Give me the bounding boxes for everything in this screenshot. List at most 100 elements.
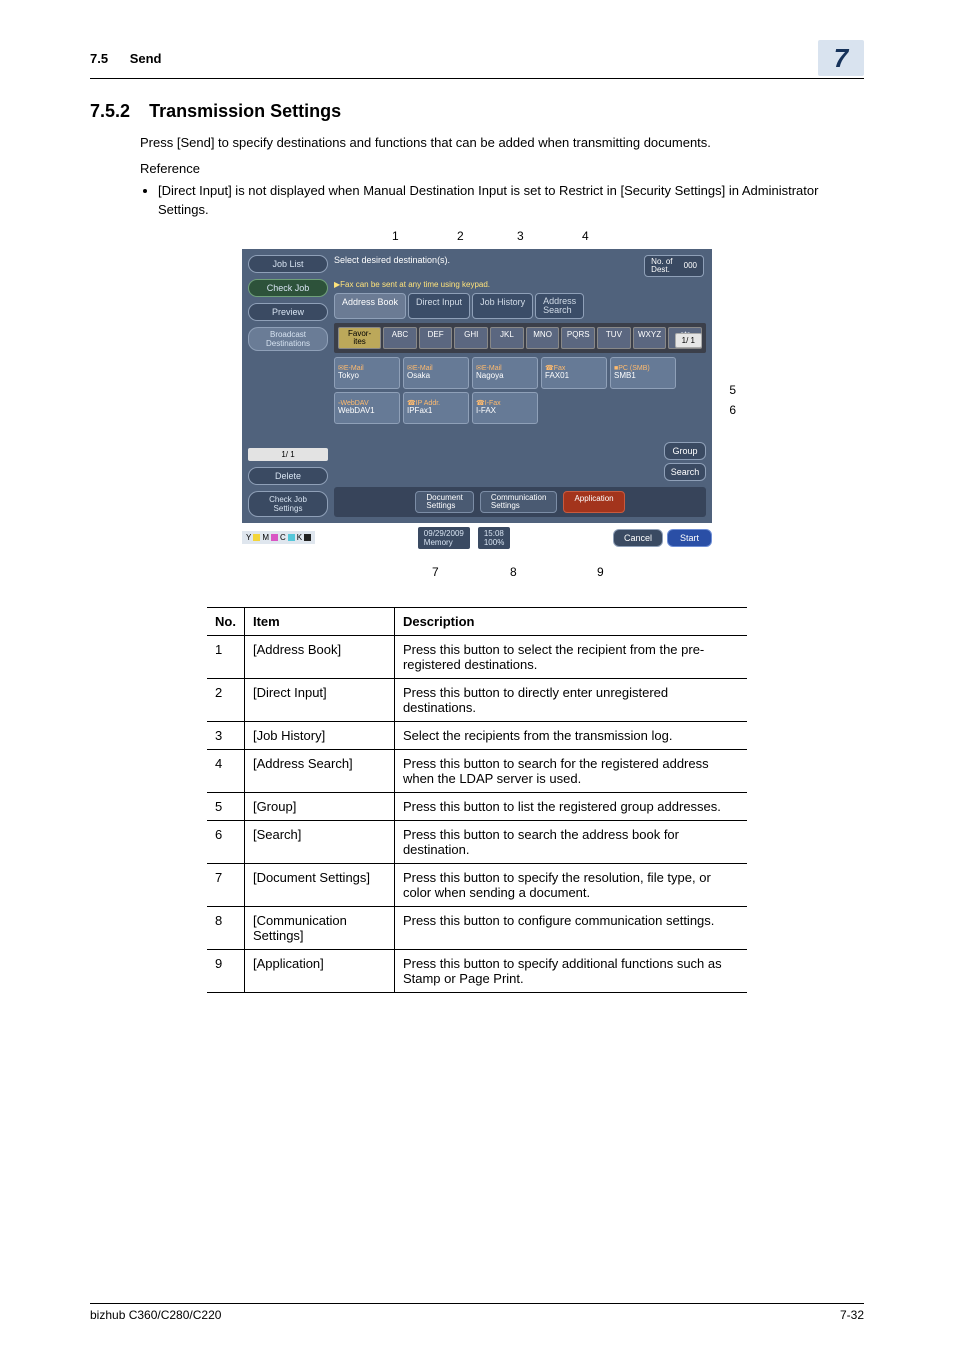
dest-card[interactable]: ✉E-MailNagoya: [472, 357, 538, 389]
cell-no: 2: [207, 678, 244, 721]
cell-desc: Press this button to configure communica…: [394, 906, 747, 949]
alpha-wxyz[interactable]: WXYZ: [633, 327, 667, 349]
footer-model: bizhub C360/C280/C220: [90, 1308, 221, 1322]
alpha-tuv[interactable]: TUV: [597, 327, 631, 349]
callout-6: 6: [729, 403, 736, 417]
dest-card[interactable]: ☎IP Addr.IPFax1: [403, 392, 469, 424]
table-row: 2[Direct Input]Press this button to dire…: [207, 678, 747, 721]
cell-desc: Press this button to directly enter unre…: [394, 678, 747, 721]
alpha-filter-row: Favor- ites ABC DEF GHI JKL MNO PQRS TUV…: [334, 323, 706, 353]
main-pager: 1/ 1: [675, 333, 702, 348]
application-tab[interactable]: Application: [563, 491, 624, 513]
cell-desc: Press this button to search the address …: [394, 820, 747, 863]
instruction-text: Select desired destination(s).: [334, 255, 450, 265]
callout-8: 8: [510, 565, 517, 579]
callout-5: 5: [729, 383, 736, 397]
intro-paragraph: Press [Send] to specify destinations and…: [140, 134, 864, 152]
header-section-number: 7.5: [90, 51, 108, 66]
tab-direct-input[interactable]: Direct Input: [408, 293, 470, 319]
cell-desc: Press this button to search for the regi…: [394, 749, 747, 792]
search-button[interactable]: Search: [664, 463, 706, 481]
th-no: No.: [207, 607, 244, 635]
job-list-button[interactable]: Job List: [248, 255, 328, 273]
table-row: 9[Application]Press this button to speci…: [207, 949, 747, 992]
callout-9: 9: [597, 565, 604, 579]
table-row: 5[Group]Press this button to list the re…: [207, 792, 747, 820]
cell-no: 4: [207, 749, 244, 792]
status-pct: 100%: [484, 538, 504, 547]
cell-desc: Select the recipients from the transmiss…: [394, 721, 747, 749]
cell-item: [Group]: [244, 792, 394, 820]
alpha-jkl[interactable]: JKL: [490, 327, 524, 349]
cell-item: [Address Search]: [244, 749, 394, 792]
delete-button[interactable]: Delete: [248, 467, 328, 485]
destination-cards: ✉E-MailTokyo ✉E-MailOsaka ✉E-MailNagoya …: [334, 357, 706, 424]
section-heading-title: Transmission Settings: [149, 101, 341, 121]
table-row: 1[Address Book]Press this button to sele…: [207, 635, 747, 678]
table-row: 6[Search]Press this button to search the…: [207, 820, 747, 863]
cell-item: [Search]: [244, 820, 394, 863]
dest-count-value: 000: [684, 261, 697, 270]
callout-2: 2: [457, 229, 464, 243]
th-item: Item: [244, 607, 394, 635]
tab-job-history[interactable]: Job History: [472, 293, 533, 319]
check-job-button[interactable]: Check Job: [248, 279, 328, 297]
document-settings-tab[interactable]: Document Settings: [415, 491, 473, 513]
table-row: 4[Address Search]Press this button to se…: [207, 749, 747, 792]
cell-item: [Job History]: [244, 721, 394, 749]
dest-card[interactable]: ☎FaxFAX01: [541, 357, 607, 389]
cell-item: [Document Settings]: [244, 863, 394, 906]
dest-card[interactable]: ✉E-MailOsaka: [403, 357, 469, 389]
cell-desc: Press this button to list the registered…: [394, 792, 747, 820]
alpha-mno[interactable]: MNO: [526, 327, 560, 349]
tab-address-book[interactable]: Address Book: [334, 293, 406, 319]
header-section-name: Send: [130, 51, 162, 66]
callout-3: 3: [517, 229, 524, 243]
cell-no: 3: [207, 721, 244, 749]
dest-count-label: No. of Dest.: [651, 258, 672, 274]
dest-card[interactable]: ■PC (SMB)SMB1: [610, 357, 676, 389]
status-time: 15:08: [484, 529, 504, 538]
callout-4: 4: [582, 229, 589, 243]
status-date: 09/29/2009: [424, 529, 464, 538]
tab-address-search[interactable]: Address Search: [535, 293, 584, 319]
table-row: 8[Communication Settings]Press this butt…: [207, 906, 747, 949]
alpha-ghi[interactable]: GHI: [454, 327, 488, 349]
cell-no: 6: [207, 820, 244, 863]
alpha-pqrs[interactable]: PQRS: [561, 327, 595, 349]
cell-no: 8: [207, 906, 244, 949]
cell-no: 7: [207, 863, 244, 906]
check-job-settings-button[interactable]: Check Job Settings: [248, 491, 328, 517]
table-row: 3[Job History]Select the recipients from…: [207, 721, 747, 749]
preview-button[interactable]: Preview: [248, 303, 328, 321]
cell-item: [Direct Input]: [244, 678, 394, 721]
hint-text: ▶Fax can be sent at any time using keypa…: [334, 280, 706, 289]
reference-label: Reference: [140, 160, 864, 178]
dest-card[interactable]: ✉E-MailTokyo: [334, 357, 400, 389]
dest-card[interactable]: ☎I-FaxI-FAX: [472, 392, 538, 424]
cancel-button[interactable]: Cancel: [613, 529, 663, 547]
cell-item: [Address Book]: [244, 635, 394, 678]
cell-desc: Press this button to select the recipien…: [394, 635, 747, 678]
cell-desc: Press this button to specify the resolut…: [394, 863, 747, 906]
cell-no: 5: [207, 792, 244, 820]
toner-status: Y M C K: [242, 531, 315, 544]
alpha-abc[interactable]: ABC: [383, 327, 417, 349]
page-header: 7.5 Send 7: [90, 40, 864, 79]
ui-screenshot: 1 2 3 4 Job List Check Job Preview Broad…: [242, 229, 712, 579]
dest-card[interactable]: ◦WebDAVWebDAV1: [334, 392, 400, 424]
start-button[interactable]: Start: [667, 529, 712, 547]
callout-7: 7: [432, 565, 439, 579]
alpha-favorites[interactable]: Favor- ites: [338, 327, 381, 349]
footer-page: 7-32: [840, 1308, 864, 1322]
cell-desc: Press this button to specify additional …: [394, 949, 747, 992]
cell-item: [Communication Settings]: [244, 906, 394, 949]
group-button[interactable]: Group: [664, 442, 706, 460]
alpha-def[interactable]: DEF: [419, 327, 453, 349]
cell-no: 9: [207, 949, 244, 992]
page-footer: bizhub C360/C280/C220 7-32: [90, 1303, 864, 1322]
description-table: No. Item Description 1[Address Book]Pres…: [207, 607, 747, 993]
cell-no: 1: [207, 635, 244, 678]
communication-settings-tab[interactable]: Communication Settings: [480, 491, 558, 513]
status-memory: Memory: [424, 538, 453, 547]
